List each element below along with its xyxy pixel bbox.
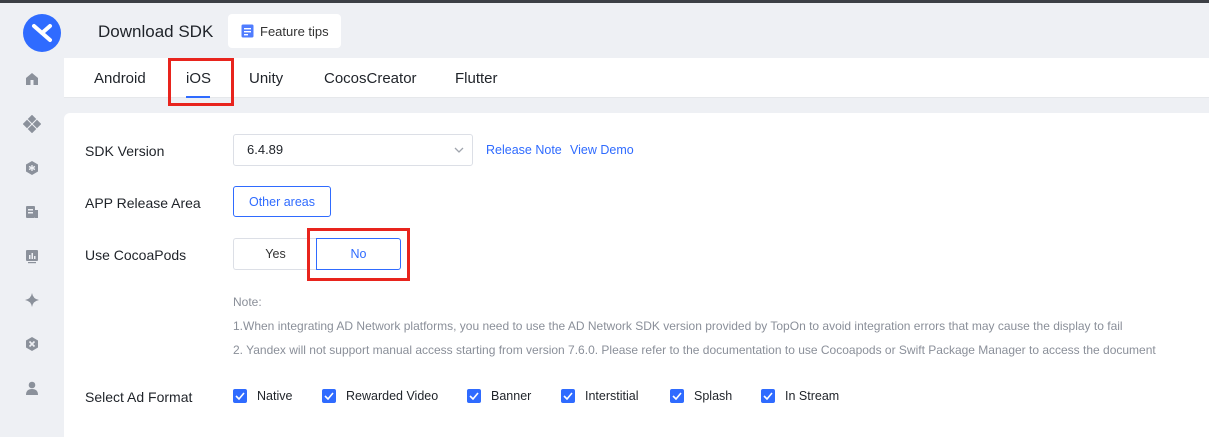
ad-format-banner-checkbox[interactable]: Banner — [467, 389, 531, 403]
view-demo-link[interactable]: View Demo — [570, 143, 634, 157]
ad-format-native-checkbox[interactable]: Native — [233, 389, 292, 403]
ad-format-interstitial-label: Interstitial — [585, 389, 639, 403]
other-areas-button[interactable]: Other areas — [233, 186, 331, 217]
checkmark-icon — [561, 389, 575, 403]
apps-icon[interactable] — [22, 114, 42, 134]
home-icon[interactable] — [22, 69, 42, 89]
chevron-down-icon — [454, 147, 464, 153]
logo-icon — [32, 24, 52, 42]
page-title: Download SDK — [98, 22, 214, 41]
ad-format-rewarded-video-checkbox[interactable]: Rewarded Video — [322, 389, 438, 403]
ad-format-native-label: Native — [257, 389, 293, 403]
ad-format-splash-label: Splash — [694, 389, 733, 403]
ad-format-label: Select Ad Format — [85, 389, 193, 405]
note-line-1: 1.When integrating AD Network platforms,… — [233, 319, 1123, 333]
cocoapods-label: Use CocoaPods — [85, 247, 187, 263]
tab-flutter[interactable]: Flutter — [455, 70, 498, 87]
tab-cocoscreator[interactable]: CocosCreator — [324, 70, 417, 87]
release-area-label: APP Release Area — [85, 195, 201, 211]
ad-format-in-stream-label: In Stream — [785, 389, 840, 403]
cocoapods-yes-option[interactable]: Yes — [233, 238, 317, 270]
app-logo[interactable] — [23, 14, 61, 52]
ad-format-banner-label: Banner — [491, 389, 532, 403]
tab-android[interactable]: Android — [94, 70, 146, 87]
sdk-version-select[interactable]: 6.4.89 — [233, 134, 473, 166]
ad-format-splash-checkbox[interactable]: Splash — [670, 389, 732, 403]
chart-icon[interactable] — [22, 246, 42, 266]
checkmark-icon — [233, 389, 247, 403]
sparkle-icon[interactable] — [22, 290, 42, 310]
tools-icon[interactable] — [22, 334, 42, 354]
ad-format-in-stream-checkbox[interactable]: In Stream — [761, 389, 839, 403]
feature-tips-label: Feature tips — [260, 23, 329, 39]
page-header: Download SDK Feature tips — [64, 3, 1209, 58]
sdk-version-label: SDK Version — [85, 143, 165, 159]
highlight-box-ios-tab — [168, 58, 234, 106]
sdk-version-value: 6.4.89 — [247, 142, 284, 157]
document-icon — [241, 24, 254, 38]
settings-hex-icon[interactable] — [22, 158, 42, 178]
feature-tips-button[interactable]: Feature tips — [228, 14, 341, 48]
ad-format-rewarded-video-label: Rewarded Video — [346, 389, 439, 403]
tab-unity[interactable]: Unity — [249, 70, 283, 87]
platform-tabs: Android iOS Unity CocosCreator Flutter — [64, 58, 1209, 98]
report-icon[interactable] — [22, 202, 42, 222]
user-icon[interactable] — [22, 378, 42, 398]
sidebar — [0, 3, 64, 437]
ad-format-interstitial-checkbox[interactable]: Interstitial — [561, 389, 639, 403]
release-note-link[interactable]: Release Note — [486, 143, 562, 157]
note-title: Note: — [233, 295, 262, 309]
checkmark-icon — [670, 389, 684, 403]
checkmark-icon — [761, 389, 775, 403]
note-line-2: 2. Yandex will not support manual access… — [233, 343, 1156, 357]
highlight-box-cocoapods-no — [307, 228, 410, 281]
checkmark-icon — [467, 389, 481, 403]
checkmark-icon — [322, 389, 336, 403]
